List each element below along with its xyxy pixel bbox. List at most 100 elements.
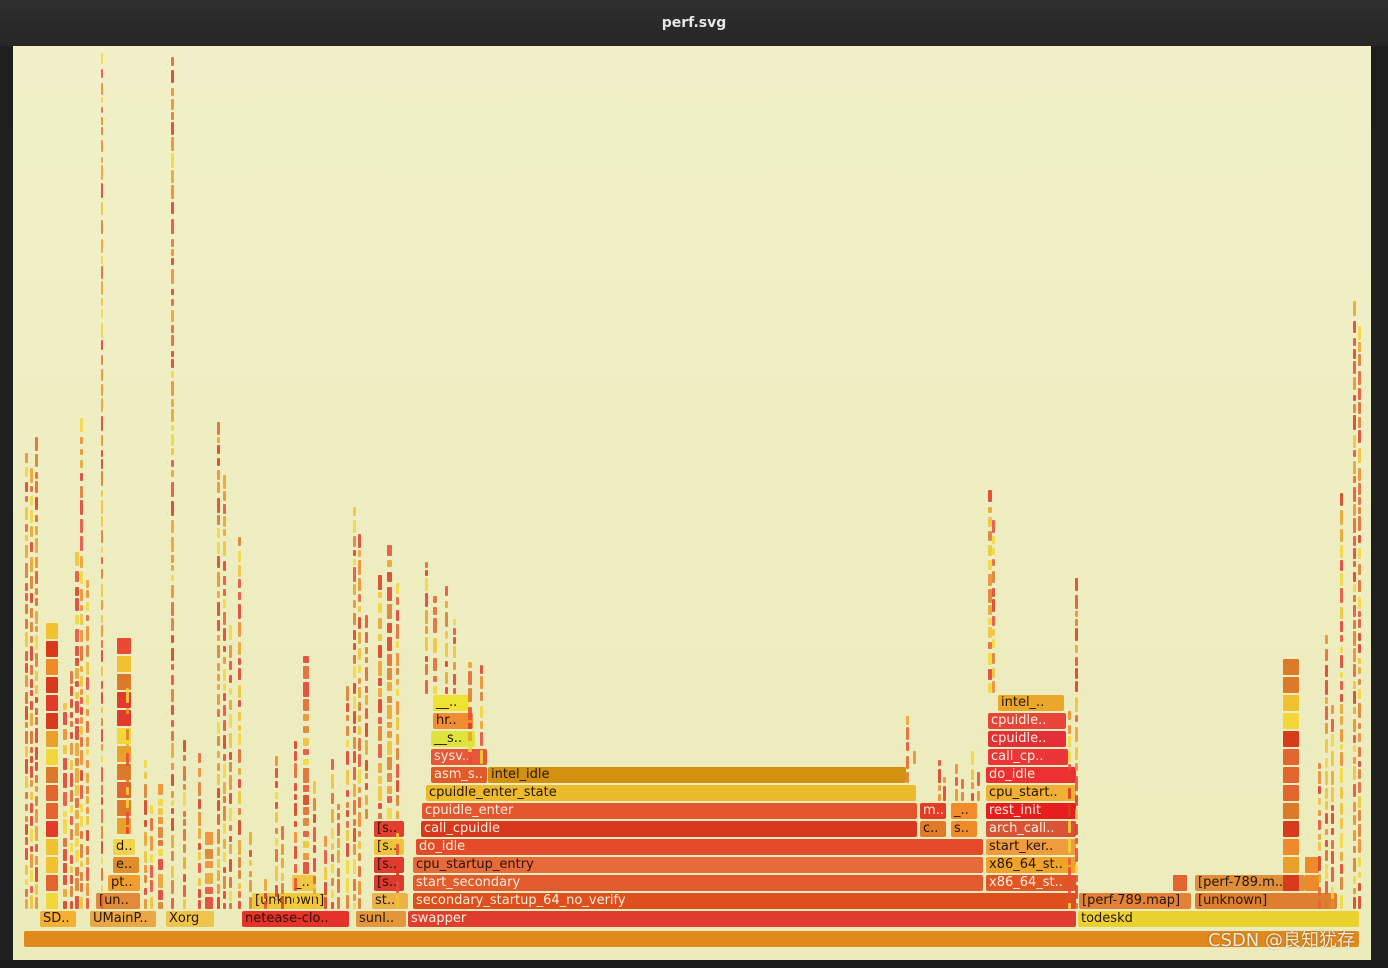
stack-frame-block[interactable] [183,792,186,806]
stack-frame-block[interactable] [303,841,309,848]
stack-frame-block[interactable] [101,600,103,610]
stack-frame-block[interactable] [80,717,83,724]
frame-cpu-start[interactable]: cpu_start.. [986,785,1076,801]
stack-frame-block[interactable] [30,816,33,826]
stack-frame-block[interactable] [80,556,83,568]
stack-frame-block[interactable] [25,816,28,822]
stack-frame-block[interactable] [70,866,73,873]
stack-frame-block[interactable] [217,458,220,466]
stack-frame-block[interactable] [378,717,382,724]
stack-frame-block[interactable] [1358,824,1361,837]
flamegraph-canvas[interactable]: SD.. UMainP.. Xorg netease-clo.. sunl.. … [13,46,1371,960]
stack-frame-block[interactable] [144,772,147,779]
stack-frame-block[interactable] [1340,529,1343,542]
stack-frame-block[interactable] [303,738,309,746]
stack-frame-block[interactable] [217,788,220,798]
stack-frame-block[interactable] [353,666,356,678]
stack-frame-block[interactable] [353,643,356,650]
stack-frame-block[interactable] [1075,776,1078,791]
stack-frame-block[interactable] [1353,487,1356,502]
stack-frame-block[interactable] [171,818,174,831]
stack-frame-block[interactable] [70,901,73,909]
stack-frame-block[interactable] [378,786,382,801]
stack-frame-block[interactable] [1068,736,1071,747]
stack-frame-block[interactable] [223,669,226,681]
stack-frame-block[interactable] [1358,633,1361,641]
stack-frame-block[interactable] [445,586,448,596]
stack-frame-block[interactable] [1325,801,1328,810]
stack-frame-block[interactable] [217,684,220,690]
stack-frame-block[interactable] [171,866,174,878]
stack-frame-block[interactable] [101,681,103,689]
stack-frame-block[interactable] [101,157,103,163]
stack-frame-block[interactable] [387,696,392,703]
stack-frame-block[interactable] [70,790,73,802]
stack-frame-block[interactable] [229,891,232,901]
stack-frame-block[interactable] [63,712,67,725]
stack-frame-block[interactable] [1325,898,1328,909]
stack-frame-block[interactable] [25,453,28,463]
stack-frame-block[interactable] [365,740,368,755]
frame-s-a[interactable]: [s.. [374,875,404,891]
stack-frame-block[interactable] [30,510,33,523]
frame-rest-init[interactable]: rest_init [986,803,1076,819]
stack-frame-block[interactable] [1068,804,1071,817]
stack-frame-block[interactable] [992,653,995,664]
stack-frame-block[interactable] [158,874,163,888]
stack-frame-block[interactable] [86,677,89,690]
stack-frame-block[interactable] [46,875,58,891]
stack-frame-block[interactable] [313,798,316,811]
stack-frame-block[interactable] [396,844,399,855]
stack-frame-block[interactable] [101,569,103,579]
stack-frame-block[interactable] [25,692,28,704]
stack-frame-block[interactable] [35,671,38,681]
stack-frame-block[interactable] [331,864,334,873]
stack-frame-block[interactable] [80,486,83,498]
frame-todeskd[interactable]: todeskd [1078,911,1359,927]
stack-frame-block[interactable] [25,837,28,845]
frame-call-cp[interactable]: call_cp.. [988,749,1068,765]
stack-frame-block[interactable] [198,768,201,777]
stack-frame-block[interactable] [126,708,129,714]
stack-frame-block[interactable] [1353,897,1356,909]
stack-frame-block[interactable] [1325,649,1328,661]
stack-frame-block[interactable] [346,860,349,874]
stack-frame-block[interactable] [358,898,361,909]
stack-frame-block[interactable] [171,170,174,183]
stack-frame-block[interactable] [281,883,284,894]
stack-frame-block[interactable] [75,838,79,847]
stack-frame-block[interactable] [1358,747,1361,757]
stack-frame-block[interactable] [1358,448,1361,463]
stack-frame-block[interactable] [1340,510,1343,525]
stack-frame-block[interactable] [346,895,349,909]
stack-frame-block[interactable] [281,844,284,855]
stack-frame-block[interactable] [101,384,103,396]
stack-frame-block[interactable] [264,901,267,909]
stack-frame-block[interactable] [1353,404,1356,413]
stack-frame-block[interactable] [913,751,916,764]
stack-frame-block[interactable] [217,572,220,587]
stack-frame-block[interactable] [144,865,147,873]
stack-frame-block[interactable] [205,873,213,884]
frame-x86-a[interactable]: x86_64_st.. [986,875,1076,891]
stack-frame-block[interactable] [171,763,174,770]
stack-frame-block[interactable] [313,858,316,872]
stack-frame-block[interactable] [275,866,278,881]
stack-frame-block[interactable] [1358,723,1361,729]
stack-frame-block[interactable] [1358,535,1361,543]
stack-frame-block[interactable] [1331,719,1334,732]
stack-frame-block[interactable] [1353,349,1356,359]
stack-frame-block[interactable] [35,497,38,510]
stack-frame-block[interactable] [1340,573,1343,586]
stack-frame-block[interactable] [30,622,33,632]
stack-frame-block[interactable] [171,99,174,110]
stack-frame-block[interactable] [101,309,103,318]
stack-frame-block[interactable] [183,811,186,817]
stack-frame-block[interactable] [101,767,103,782]
stack-frame-block[interactable] [30,731,33,744]
stack-frame-block[interactable] [938,769,941,783]
stack-frame-block[interactable] [75,823,79,836]
stack-frame-block[interactable] [46,803,58,819]
stack-frame-block[interactable] [217,470,220,480]
stack-frame-block[interactable] [217,445,220,454]
